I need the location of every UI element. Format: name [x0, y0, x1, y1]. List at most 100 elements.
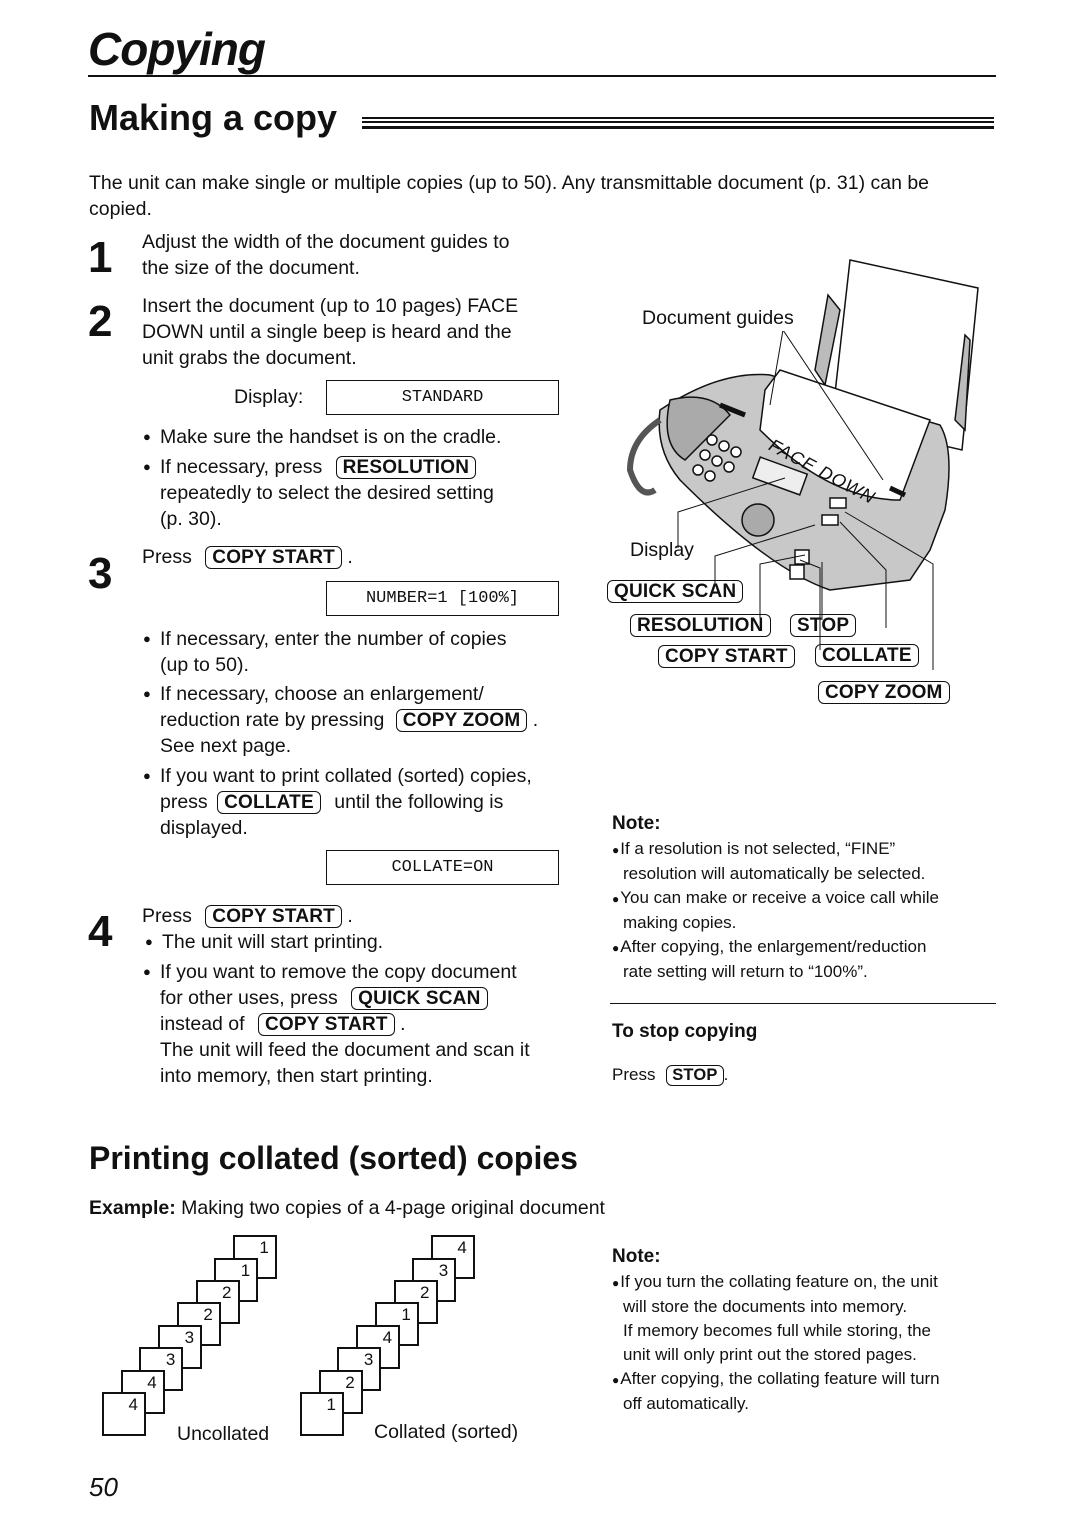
copy-zoom-key: COPY ZOOM	[395, 709, 528, 732]
bullet-item: If necessary, enter the number of copies	[143, 626, 538, 652]
manual-page: Copying Making a copy The unit can make …	[0, 0, 1080, 1526]
lcd-display: STANDARD	[326, 380, 559, 415]
note-item: If you turn the collating feature on, th…	[612, 1270, 940, 1295]
lcd-display: COLLATE=ON	[326, 850, 559, 885]
text-line: Insert the document (up to 10 pages) FAC…	[142, 295, 519, 317]
page-number-label: 4	[128, 1395, 138, 1414]
step-number: 3	[88, 549, 113, 598]
text: instead of	[160, 1013, 245, 1035]
text-line: the size of the document.	[142, 257, 360, 279]
text: Making two copies of a 4-page original d…	[181, 1197, 605, 1219]
note-item: will store the documents into memory.	[623, 1297, 908, 1316]
example-label: Example:	[89, 1197, 176, 1219]
step-2-text: Insert the document (up to 10 pages) FAC…	[142, 293, 518, 371]
page-number-label: 2	[420, 1283, 430, 1302]
text: Press	[612, 1065, 656, 1084]
note-item: off automatically.	[623, 1394, 749, 1413]
divider	[610, 1003, 996, 1004]
text-line: (up to 50).	[160, 654, 249, 676]
bullet-item: The unit will start printing.	[145, 929, 383, 955]
page-number-label: 2	[222, 1283, 232, 1302]
page-number-label: 1	[259, 1238, 269, 1258]
text: press	[160, 791, 208, 813]
copy-start-key: COPY START	[658, 645, 795, 668]
bullet-item: If necessary, press RESOLUTION	[143, 454, 501, 480]
stop-copying-text: Press STOP.	[612, 1065, 729, 1086]
lcd-display: NUMBER=1 [100%]	[326, 581, 559, 616]
document-guide-left	[814, 293, 841, 387]
page-number: 50	[89, 1472, 118, 1502]
note-title: Note:	[612, 1246, 661, 1267]
resolution-key: RESOLUTION	[630, 614, 771, 637]
collated-label: Collated (sorted)	[374, 1421, 519, 1443]
page-number-label: 3	[165, 1350, 176, 1370]
text: until the following is	[334, 791, 504, 813]
collate-key: COLLATE	[815, 644, 919, 667]
page-number-label: 1	[326, 1395, 336, 1414]
stop-key: STOP	[666, 1065, 724, 1086]
page-number-label: 3	[184, 1327, 195, 1347]
step-2-bullets: Make sure the handset is on the cradle. …	[143, 424, 501, 532]
page-sheet: 1	[300, 1392, 344, 1436]
bullet-item: If necessary, choose an enlargement/	[143, 681, 538, 707]
example-text: Example: Making two copies of a 4-page o…	[89, 1195, 605, 1221]
page-number-label: 4	[147, 1372, 157, 1392]
note-list: If you turn the collating feature on, th…	[612, 1270, 940, 1416]
text-line: instead of COPY START .	[160, 1013, 406, 1036]
bullet-item: Make sure the handset is on the cradle.	[143, 424, 501, 450]
stop-key: STOP	[790, 614, 857, 637]
display-callout-label: Display	[630, 539, 694, 561]
step-4-bullets: The unit will start printing.	[145, 929, 383, 955]
uncollated-label: Uncollated	[177, 1423, 270, 1445]
bullet-item: If you want to remove the copy document	[143, 959, 530, 985]
stop-copying-title: To stop copying	[612, 1021, 758, 1042]
collate-key: COLLATE	[217, 791, 321, 814]
page-sheet: 4	[102, 1392, 146, 1436]
text: for other uses, press	[160, 987, 338, 1009]
navigator-dial	[741, 503, 775, 537]
text-line: unit grabs the document.	[142, 347, 357, 369]
intro-text: The unit can make single or multiple cop…	[89, 172, 930, 220]
text-line: (p. 30).	[160, 508, 222, 530]
text-line: The unit will feed the document and scan…	[160, 1039, 530, 1061]
text-line: See next page.	[160, 735, 292, 757]
note-item: After copying, the enlargement/reduction	[612, 935, 939, 960]
text-line: reduction rate by pressing COPY ZOOM .	[160, 709, 539, 732]
note-item: making copies.	[623, 913, 737, 932]
step-number: 1	[88, 233, 113, 282]
section-rule	[362, 117, 994, 129]
note-item: You can make or receive a voice call whi…	[612, 886, 939, 911]
quick-scan-key: QUICK SCAN	[607, 580, 744, 603]
note-item: After copying, the collating feature wil…	[612, 1367, 939, 1392]
resolution-key: RESOLUTION	[335, 456, 477, 479]
text: If necessary, press	[160, 456, 323, 478]
collated-section-title: Printing collated (sorted) copies	[89, 1140, 578, 1176]
page-number-label: 1	[401, 1305, 411, 1325]
page-number-label: 2	[203, 1305, 213, 1325]
step-number: 4	[88, 907, 113, 956]
chapter-rule	[88, 75, 996, 77]
section-title: Making a copy	[89, 97, 338, 138]
copy-start-key: COPY START	[205, 905, 342, 928]
text-line: Adjust the width of the document guides …	[142, 231, 510, 253]
text-line: for other uses, press QUICK SCAN	[160, 985, 530, 1011]
text: Press	[142, 546, 192, 568]
text-line: press COLLATE until the following is	[160, 789, 538, 815]
page-number-label: 3	[438, 1260, 449, 1280]
step-number: 2	[88, 297, 113, 346]
note-list: If a resolution is not selected, “FINE” …	[612, 837, 939, 984]
bullet-item: If you want to print collated (sorted) c…	[143, 763, 538, 789]
text-line: displayed.	[160, 817, 248, 839]
text-line: into memory, then start printing.	[160, 1065, 433, 1087]
step-3-press: Press COPY START .	[142, 546, 353, 569]
text-line: repeatedly to select the desired setting	[160, 482, 494, 504]
quick-scan-key: QUICK SCAN	[351, 987, 488, 1010]
page-number-label: 3	[363, 1350, 374, 1370]
step-4-press: Press COPY START .	[142, 905, 353, 928]
note-item: unit will only print out the stored page…	[623, 1345, 917, 1364]
handset-cord	[626, 417, 662, 496]
document-guides-label: Document guides	[642, 305, 794, 331]
note-item: If memory becomes full while storing, th…	[623, 1321, 932, 1340]
page-number-label: 1	[240, 1260, 251, 1280]
step-1-text: Adjust the width of the document guides …	[142, 229, 509, 281]
